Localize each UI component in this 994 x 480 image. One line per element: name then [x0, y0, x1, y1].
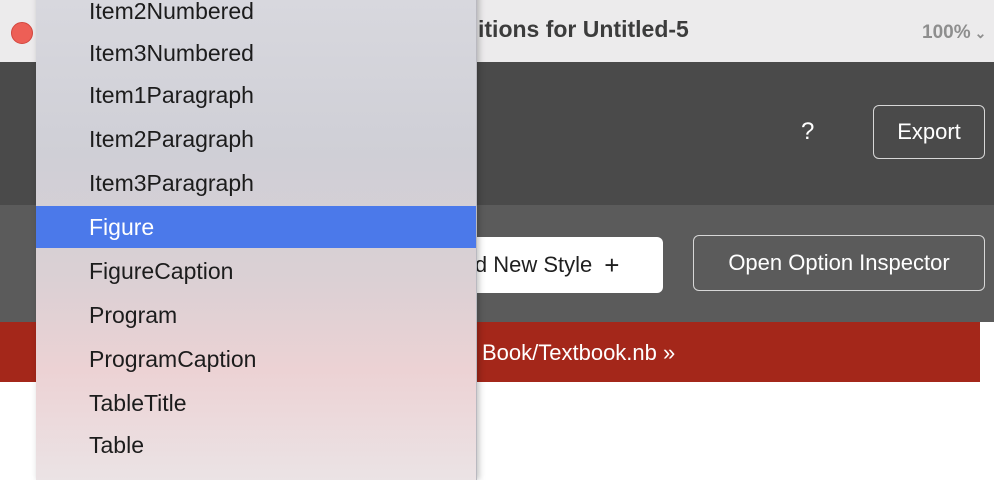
open-option-inspector-button[interactable]: Open Option Inspector: [693, 235, 985, 291]
menu-item-item2paragraph[interactable]: Item2Paragraph: [36, 118, 476, 160]
menu-item-figurecaption[interactable]: FigureCaption: [36, 250, 476, 292]
menu-item-figure[interactable]: Figure: [36, 206, 476, 248]
window-title: itions for Untitled-5: [478, 16, 689, 42]
menu-item-item3paragraph[interactable]: Item3Paragraph: [36, 162, 476, 204]
menu-item-table[interactable]: Table: [36, 424, 476, 466]
style-dropdown-menu: Item2Numbered Item3Numbered Item1Paragraph…: [36, 0, 477, 480]
zoom-value: 100%: [922, 22, 971, 43]
chevron-down-icon: ⌄: [974, 25, 987, 41]
close-window-button[interactable]: [11, 22, 33, 44]
zoom-level[interactable]: 100% ⌄: [922, 22, 986, 44]
plus-icon: +: [604, 249, 620, 280]
help-button[interactable]: ?: [801, 118, 814, 146]
add-new-style-label: ld New Style: [470, 252, 593, 277]
export-button[interactable]: Export: [873, 105, 985, 159]
menu-item-tabletitle[interactable]: TableTitle: [36, 382, 476, 424]
menu-item-programcaption[interactable]: ProgramCaption: [36, 338, 476, 380]
menu-item-item3numbered[interactable]: Item3Numbered: [36, 32, 476, 74]
notebook-path-link[interactable]: Book/Textbook.nb »: [482, 340, 675, 366]
menu-item-item1paragraph[interactable]: Item1Paragraph: [36, 74, 476, 116]
scrollbar-track[interactable]: [980, 322, 994, 382]
menu-item-item2numbered[interactable]: Item2Numbered: [36, 0, 476, 32]
menu-item-program[interactable]: Program: [36, 294, 476, 336]
